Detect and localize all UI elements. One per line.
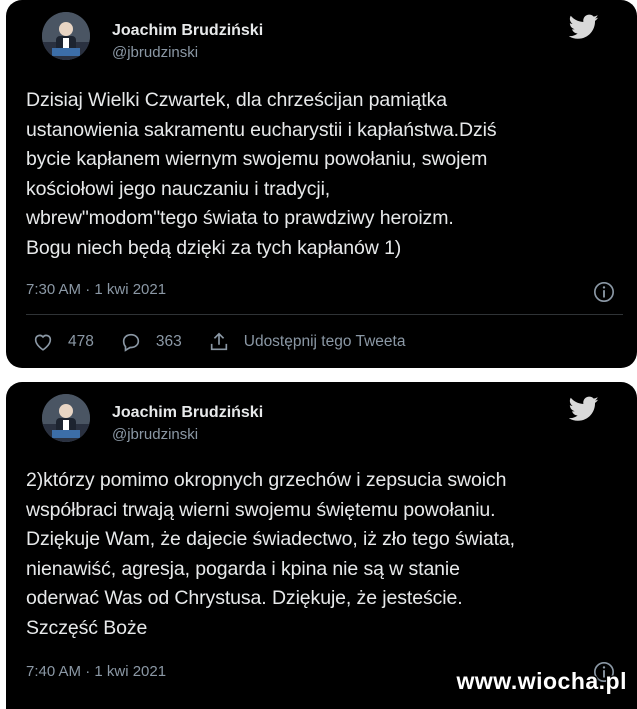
author-handle[interactable]: @jbrudzinski xyxy=(112,44,198,61)
author-name[interactable]: Joachim Brudziński xyxy=(112,22,263,40)
like-button[interactable]: 478 xyxy=(32,331,94,353)
avatar[interactable] xyxy=(42,12,90,60)
tweet-card: Joachim Brudziński @jbrudzinski Dzisiaj … xyxy=(6,0,637,368)
author-handle[interactable]: @jbrudzinski xyxy=(112,426,198,443)
tweet-text: 2)którzy pomimo okropnych grzechów i zep… xyxy=(26,469,515,639)
reply-count: 363 xyxy=(155,333,182,350)
tweet-text: Dzisiaj Wielki Czwartek, dla chrześcijan… xyxy=(26,89,497,259)
share-icon xyxy=(210,332,227,351)
share-button[interactable]: Udostępnij tego Tweeta xyxy=(208,331,406,353)
tweet-actions: 478 363 Udostępnij tego Tweeta xyxy=(32,330,431,354)
watermark: www.wiocha.pl xyxy=(456,668,627,694)
tweet-timestamp[interactable]: 7:40 AM · 1 kwi 2021 xyxy=(26,663,166,680)
tweet-timestamp[interactable]: 7:30 AM · 1 kwi 2021 xyxy=(26,281,166,298)
author-name[interactable]: Joachim Brudziński xyxy=(112,404,263,422)
tweet-card: Joachim Brudziński @jbrudzinski 2)którzy… xyxy=(6,382,637,709)
tweet-header: Joachim Brudziński @jbrudzinski xyxy=(26,382,617,462)
like-count: 478 xyxy=(68,333,94,350)
heart-icon xyxy=(34,334,52,351)
info-icon[interactable] xyxy=(593,281,615,303)
reply-icon xyxy=(122,333,140,352)
reply-button[interactable]: 363 xyxy=(120,331,182,353)
divider xyxy=(26,314,623,315)
twitter-bird-icon[interactable] xyxy=(569,396,599,422)
twitter-bird-icon[interactable] xyxy=(569,14,599,40)
tweet-header: Joachim Brudziński @jbrudzinski xyxy=(26,0,617,80)
avatar[interactable] xyxy=(42,394,90,442)
share-label: Udostępnij tego Tweeta xyxy=(243,333,406,350)
